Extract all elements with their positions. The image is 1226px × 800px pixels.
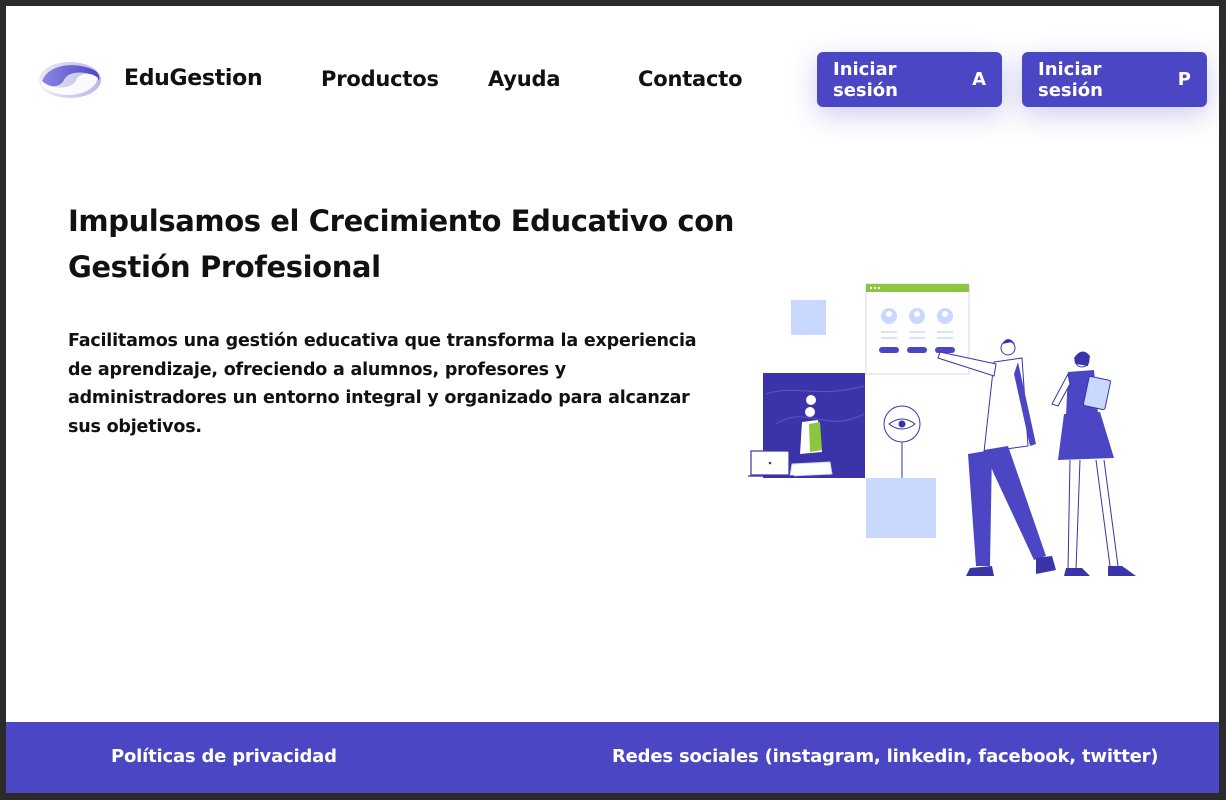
hero-description: Facilitamos una gestión educativa que tr…	[68, 331, 697, 437]
footer: Políticas de privacidad Redes sociales (…	[6, 722, 1219, 793]
page: EduGestion Productos Ayuda Contacto Inic…	[6, 6, 1219, 793]
login-button-key: A	[972, 69, 986, 90]
nav-ayuda[interactable]: Ayuda	[488, 67, 561, 91]
team-dashboard-illustration	[748, 283, 1136, 576]
brand-name[interactable]: EduGestion	[124, 66, 263, 91]
nav-contacto[interactable]: Contacto	[638, 67, 743, 91]
login-button-key: P	[1177, 69, 1191, 90]
edugestion-logo-icon[interactable]	[38, 60, 102, 100]
nav-productos[interactable]: Productos	[321, 67, 439, 91]
privacy-policy-link[interactable]: Políticas de privacidad	[111, 746, 337, 767]
login-button-label: Iniciar sesión	[1038, 58, 1103, 101]
login-profesor-button[interactable]: Iniciar sesión P	[1022, 52, 1207, 107]
hero-title: Impulsamos el Crecimiento Educativo con …	[68, 204, 734, 284]
login-button-label: Iniciar sesión	[833, 58, 898, 101]
login-alumno-button[interactable]: Iniciar sesión A	[817, 52, 1002, 107]
social-media-link[interactable]: Redes sociales (instagram, linkedin, fac…	[612, 746, 1159, 767]
